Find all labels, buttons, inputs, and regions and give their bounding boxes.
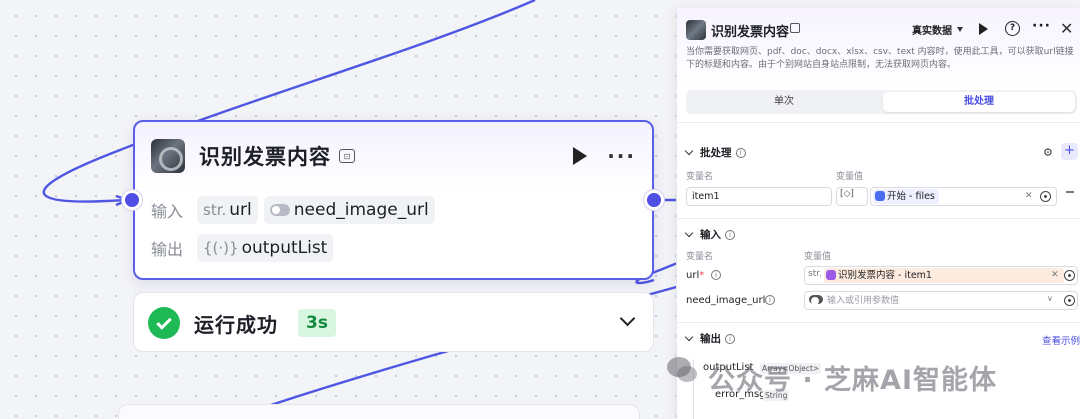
output-chip-outputlist: {(·)} outputList: [197, 234, 334, 262]
mode-tabs: 单次 批处理: [686, 90, 1077, 114]
next-node[interactable]: [118, 404, 640, 419]
node-avatar: [151, 139, 185, 173]
batch-section-header[interactable]: 批处理 i: [684, 145, 746, 160]
input-port[interactable]: [122, 190, 142, 210]
col-var-value: 变量值: [804, 252, 832, 262]
clear-icon[interactable]: ✕: [1025, 191, 1033, 201]
success-check-icon: [148, 307, 180, 339]
data-mode-select[interactable]: 真实数据: [912, 22, 952, 37]
string-type-prefix: str.: [808, 269, 822, 279]
col-var-value: 变量值: [836, 172, 864, 182]
tab-batch[interactable]: 批处理: [883, 92, 1075, 112]
chevron-down-icon: [684, 228, 694, 238]
help-icon[interactable]: ?: [1005, 21, 1020, 36]
close-icon[interactable]: ✕: [1060, 19, 1073, 38]
ref-chip-item1: 识别发票内容 - item1: [824, 268, 1064, 283]
more-options-icon[interactable]: ···: [1032, 18, 1051, 34]
need-image-url-placeholder: 输入或引用参数值: [827, 296, 900, 306]
col-var-name: 变量名: [686, 252, 714, 262]
add-icon[interactable]: +: [1061, 143, 1078, 160]
plugin-node[interactable]: 识别发票内容 ⊡ ··· 输入 str. url need_image_url 输…: [133, 120, 654, 280]
col-var-name: 变量名: [686, 172, 714, 182]
run-node-icon[interactable]: [573, 147, 588, 165]
panel-header: 识别发票内容 真实数据 ? ··· ✕ 当你需要获取网页、pdf、doc、doc…: [677, 8, 1080, 88]
info-icon[interactable]: i: [765, 295, 775, 305]
duration-badge: 3s: [298, 309, 336, 337]
batch-var-name-input[interactable]: item1: [686, 187, 832, 206]
panel-avatar: [686, 20, 706, 40]
plugin-tag-icon: ⊡: [339, 149, 355, 163]
chevron-down-icon: [684, 146, 694, 156]
panel-description: 当你需要获取网页、pdf、doc、docx、xlsx、csv、text 内容时，…: [686, 47, 1074, 70]
ref-chip-start-files: 开始 - files: [873, 189, 939, 204]
node-outputs-row: 输出 {(·)} outputList: [151, 234, 339, 262]
need-image-url-field[interactable]: 输入或引用参数值 ∨: [804, 291, 1078, 310]
info-icon[interactable]: i: [725, 229, 735, 240]
gear-icon[interactable]: ⚙: [1043, 146, 1055, 159]
array-icon: [◇]: [840, 189, 854, 199]
divider: [677, 322, 1080, 323]
batch-ref-field[interactable]: 开始 - files ✕: [870, 187, 1057, 206]
param-url-label: url*: [686, 270, 705, 281]
chevron-down-icon[interactable]: [619, 310, 636, 327]
caret-down-icon[interactable]: [957, 27, 963, 32]
chevron-down-icon: [684, 332, 694, 342]
output-port[interactable]: [644, 190, 664, 210]
tab-single[interactable]: 单次: [688, 92, 880, 112]
info-icon[interactable]: i: [735, 147, 746, 158]
run-icon[interactable]: [979, 23, 988, 35]
url-ref-field[interactable]: str. 识别发票内容 - item1 ✕: [804, 266, 1078, 285]
view-example-link[interactable]: 查看示例: [1042, 333, 1080, 347]
outputs-label: 输出: [151, 240, 184, 259]
info-icon[interactable]: i: [725, 333, 735, 344]
more-options-icon[interactable]: ···: [607, 144, 636, 168]
status-text: 运行成功: [194, 313, 278, 337]
variable-picker-icon[interactable]: [1040, 191, 1051, 202]
wechat-logo-icon: [667, 357, 697, 382]
param-need-image-url-label: need_image_url: [686, 295, 766, 306]
inputs-label: 输入: [151, 202, 184, 221]
panel-title: 识别发票内容: [711, 25, 790, 40]
input-section-header[interactable]: 输入 i: [684, 227, 735, 242]
watermark-text: 公众号 · 芝麻AI智能体: [708, 365, 997, 396]
node-title: 识别发票内容: [199, 145, 331, 169]
ref-type-select[interactable]: [◇]: [836, 187, 868, 206]
divider: [677, 218, 1080, 219]
input-chip-url: str. url: [197, 196, 258, 224]
variable-picker-icon[interactable]: [1064, 295, 1075, 306]
input-chip-need-image-url: need_image_url: [263, 196, 435, 224]
node-inputs-row: 输入 str. url need_image_url: [151, 196, 441, 224]
chevron-down-icon[interactable]: ∨: [1047, 294, 1053, 303]
plugin-tag-icon: [790, 23, 800, 33]
node-header: 识别发票内容 ⊡ ···: [151, 138, 636, 174]
variable-picker-icon[interactable]: [1064, 270, 1075, 281]
boolean-toggle-icon: [269, 204, 290, 216]
info-icon[interactable]: i: [711, 270, 721, 280]
clear-icon[interactable]: ✕: [1051, 270, 1059, 280]
divider: [677, 122, 1080, 123]
remove-icon[interactable]: [1066, 191, 1074, 193]
run-status-card[interactable]: 运行成功 3s: [133, 292, 654, 352]
boolean-toggle-icon: [809, 295, 823, 305]
output-section-header[interactable]: 输出 i: [684, 331, 735, 346]
